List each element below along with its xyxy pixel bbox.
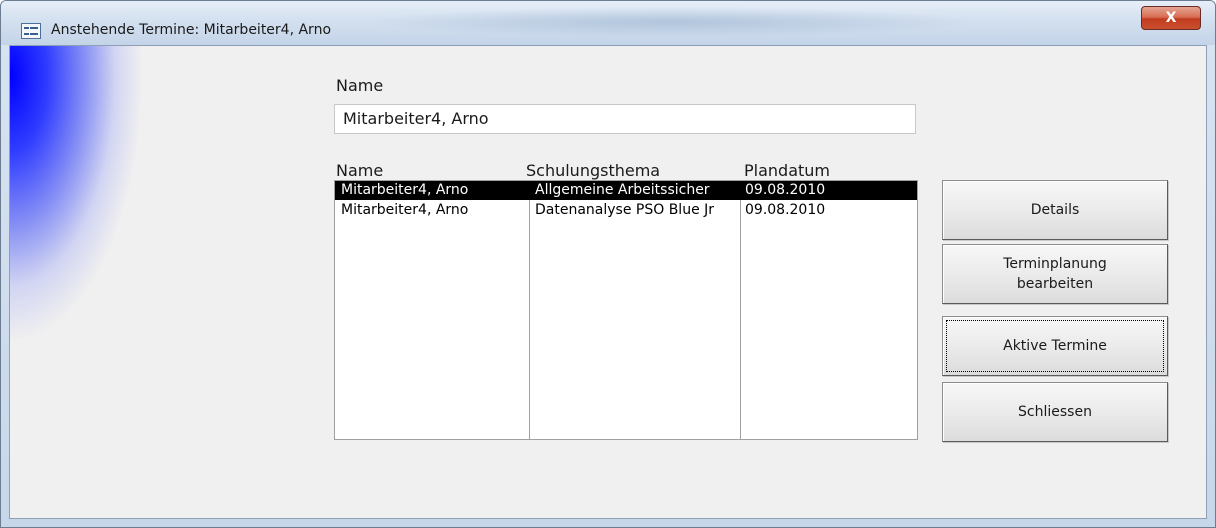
name-field[interactable]: Mitarbeiter4, Arno (334, 104, 916, 134)
list-row-selected[interactable]: Mitarbeiter4, Arno Allgemeine Arbeitssic… (335, 181, 917, 200)
row-date: 09.08.2010 (745, 202, 826, 218)
row-name: Mitarbeiter4, Arno (341, 202, 469, 218)
name-label: Name (336, 76, 384, 95)
decorative-gradient (10, 46, 210, 518)
aktive-termine-button[interactable]: Aktive Termine (942, 316, 1168, 376)
title-bar[interactable]: Anstehende Termine: Mitarbeiter4, Arno X (1, 1, 1215, 45)
schliessen-button[interactable]: Schliessen (942, 382, 1168, 442)
list-row[interactable]: Mitarbeiter4, Arno Datenanalyse PSO Blue… (335, 201, 917, 220)
form-body: Name Mitarbeiter4, Arno Name Schulungsth… (9, 45, 1207, 519)
close-button[interactable]: X (1141, 6, 1201, 30)
column-header-schulungsthema: Schulungsthema (526, 161, 661, 180)
terminplanung-button-label: Terminplanung bearbeiten (1003, 254, 1107, 294)
terminplanung-label-line1: Terminplanung (1003, 256, 1107, 272)
close-icon: X (1165, 10, 1177, 26)
terminplanung-bearbeiten-button[interactable]: Terminplanung bearbeiten (942, 244, 1168, 304)
row-date: 09.08.2010 (745, 182, 826, 198)
aktive-termine-button-label: Aktive Termine (1003, 338, 1107, 354)
schliessen-button-label: Schliessen (1018, 404, 1092, 420)
terminplanung-label-line2: bearbeiten (1016, 276, 1094, 292)
appointments-listbox[interactable]: Mitarbeiter4, Arno Allgemeine Arbeitssic… (334, 180, 918, 440)
row-topic: Datenanalyse PSO Blue Jr (535, 202, 715, 218)
column-header-name: Name (336, 161, 384, 180)
column-header-plandatum: Plandatum (744, 161, 830, 180)
row-name: Mitarbeiter4, Arno (341, 182, 469, 198)
details-button[interactable]: Details (942, 180, 1168, 240)
form-window-icon (21, 23, 41, 39)
dialog-window: Anstehende Termine: Mitarbeiter4, Arno X… (0, 0, 1216, 528)
window-title: Anstehende Termine: Mitarbeiter4, Arno (51, 22, 332, 38)
details-button-label: Details (1030, 202, 1080, 218)
row-topic: Allgemeine Arbeitssicher (535, 182, 710, 198)
